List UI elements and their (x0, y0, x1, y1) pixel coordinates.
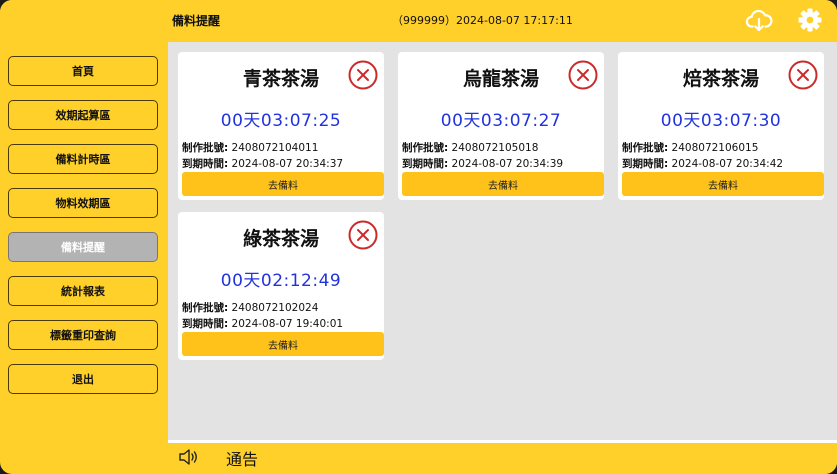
top-bar: 備料提醒 （999999）2024-08-07 17:17:11 (0, 0, 837, 42)
prep-card: 烏龍茶湯 00天03:07:27 制作批號: 2408072105018 到期時… (398, 52, 604, 200)
store-and-datetime: （999999）2024-08-07 17:17:11 (392, 14, 573, 27)
batch-label: 制作批號: (182, 302, 229, 314)
close-icon[interactable] (568, 60, 598, 90)
close-icon[interactable] (348, 220, 378, 250)
go-prep-button[interactable]: 去備料 (622, 172, 824, 196)
speaker-icon[interactable] (178, 447, 202, 467)
sidebar-item-statistics[interactable]: 統計報表 (8, 276, 158, 306)
expire-row: 到期時間: 2024-08-07 20:34:42 (622, 156, 783, 171)
main-content: 青茶茶湯 00天03:07:25 制作批號: 2408072104011 到期時… (168, 42, 837, 440)
close-icon[interactable] (348, 60, 378, 90)
divider (168, 440, 837, 443)
batch-row: 制作批號: 2408072104011 (182, 140, 318, 155)
sidebar-item-exit[interactable]: 退出 (8, 364, 158, 394)
sidebar-item-expiry-start[interactable]: 效期起算區 (8, 100, 158, 130)
expire-row: 到期時間: 2024-08-07 19:40:01 (182, 316, 343, 331)
sidebar-item-prep-timer[interactable]: 備料計時區 (8, 144, 158, 174)
page-title: 備料提醒 (172, 14, 221, 28)
batch-label: 制作批號: (402, 142, 449, 154)
batch-number: 2408072102024 (231, 302, 319, 314)
prep-card: 青茶茶湯 00天03:07:25 制作批號: 2408072104011 到期時… (178, 52, 384, 200)
countdown-timer: 00天03:07:27 (440, 111, 562, 131)
sidebar-item-home[interactable]: 首頁 (8, 56, 158, 86)
go-prep-button[interactable]: 去備料 (402, 172, 604, 196)
batch-label: 制作批號: (622, 142, 669, 154)
expire-time: 2024-08-07 19:40:01 (231, 318, 344, 330)
sidebar: 首頁 效期起算區 備料計時區 物料效期區 備料提醒 統計報表 標籤重印查詢 退出 (0, 42, 168, 440)
expire-time: 2024-08-07 20:34:39 (451, 158, 564, 170)
batch-number: 2408072104011 (231, 142, 319, 154)
expire-label: 到期時間: (622, 158, 669, 170)
expire-label: 到期時間: (182, 318, 229, 330)
countdown-timer: 00天03:07:30 (660, 111, 782, 131)
go-prep-button[interactable]: 去備料 (182, 332, 384, 356)
batch-number: 2408072105018 (451, 142, 539, 154)
prep-card: 綠茶茶湯 00天02:12:49 制作批號: 2408072102024 到期時… (178, 212, 384, 360)
batch-row: 制作批號: 2408072102024 (182, 300, 318, 315)
app-window: 備料提醒 （999999）2024-08-07 17:17:11 首頁 效期起算… (0, 0, 837, 474)
batch-label: 制作批號: (182, 142, 229, 154)
expire-time: 2024-08-07 20:34:42 (671, 158, 784, 170)
prep-card: 焙茶茶湯 00天03:07:30 制作批號: 2408072106015 到期時… (618, 52, 824, 200)
expire-row: 到期時間: 2024-08-07 20:34:39 (402, 156, 563, 171)
batch-row: 制作批號: 2408072105018 (402, 140, 538, 155)
batch-row: 制作批號: 2408072106015 (622, 140, 758, 155)
sidebar-item-label-reprint[interactable]: 標籤重印查詢 (8, 320, 158, 350)
countdown-timer: 00天02:12:49 (220, 271, 342, 291)
sidebar-item-material-expiry[interactable]: 物料效期區 (8, 188, 158, 218)
notice-bar: 通告 (168, 440, 837, 474)
sidebar-item-prep-reminder[interactable]: 備料提醒 (8, 232, 158, 262)
expire-row: 到期時間: 2024-08-07 20:34:37 (182, 156, 343, 171)
countdown-timer: 00天03:07:25 (220, 111, 342, 131)
gear-icon[interactable] (796, 6, 824, 34)
notice-label: 通告 (226, 450, 259, 469)
batch-number: 2408072106015 (671, 142, 759, 154)
close-icon[interactable] (788, 60, 818, 90)
expire-label: 到期時間: (402, 158, 449, 170)
cloud-download-icon[interactable] (745, 6, 773, 34)
expire-label: 到期時間: (182, 158, 229, 170)
expire-time: 2024-08-07 20:34:37 (231, 158, 344, 170)
go-prep-button[interactable]: 去備料 (182, 172, 384, 196)
